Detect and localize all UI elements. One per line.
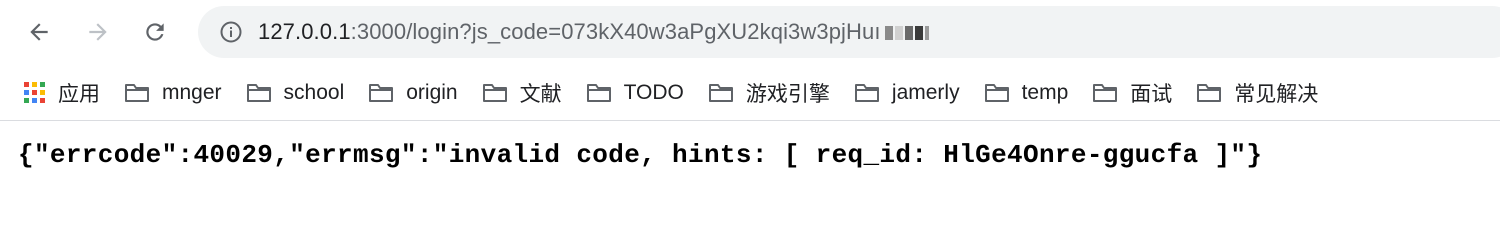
reload-icon [146,23,164,41]
arrow-right-icon [89,23,107,41]
bookmark-label: origin [406,81,458,104]
bookmark-item[interactable]: jamerly [854,73,970,113]
bookmark-item[interactable]: 常见解决 [1196,73,1328,113]
bookmark-item[interactable]: temp [984,73,1079,113]
url-path: :3000/login?js_code=073kX40w3aPgXU2kqi3w… [350,19,881,44]
bookmark-label: jamerly [891,81,960,104]
forward-button[interactable] [79,13,117,51]
bookmark-item[interactable]: TODO [586,73,694,113]
folder-icon [984,83,1010,103]
folder-icon [246,83,272,103]
url-text[interactable]: 127.0.0.1:3000/login?js_code=073kX40w3aP… [258,19,929,45]
reload-button[interactable] [136,13,174,51]
arrow-left-icon [30,23,48,41]
bookmark-label: school [283,81,345,104]
bookmark-label: mnger [162,81,222,104]
address-bar[interactable]: 127.0.0.1:3000/login?js_code=073kX40w3aP… [198,6,1500,58]
folder-icon [1092,83,1118,103]
bookmarks-bar: 应用 mnger school origin 文献 TODO 游戏引擎 jamerly temp… [0,66,1500,121]
bookmark-item[interactable]: 游戏引擎 [708,73,840,113]
bookmark-label: temp [1021,81,1069,104]
folder-icon [368,83,394,103]
bookmark-label: 游戏引擎 [745,83,830,106]
info-icon[interactable] [218,19,244,45]
folder-icon [708,83,734,103]
apps-grid-icon [24,82,46,104]
folder-icon [586,83,612,103]
folder-icon [482,83,508,103]
folder-icon [854,83,880,103]
bookmark-item[interactable]: 面试 [1092,73,1182,113]
bookmark-label: 常见解决 [1234,83,1319,106]
folder-icon [124,83,150,103]
bookmark-label: 面试 [1130,83,1173,106]
bookmark-item[interactable]: 文献 [482,73,572,113]
bookmark-item[interactable]: mnger [124,73,232,113]
bookmark-item[interactable]: origin [368,73,467,113]
url-host: 127.0.0.1 [258,19,351,44]
folder-icon [1196,83,1222,103]
back-button[interactable] [20,13,58,51]
response-body: {"errcode":40029,"errmsg":"invalid code,… [18,140,1263,170]
redacted-blur [884,26,929,41]
bookmark-item[interactable]: school [246,73,355,113]
bookmark-label: 文献 [519,83,562,106]
bookmark-label: TODO [623,81,684,104]
bookmark-label: 应用 [58,83,100,106]
browser-toolbar: 127.0.0.1:3000/login?js_code=073kX40w3aP… [0,0,1500,66]
bookmark-item[interactable]: 应用 [24,73,110,113]
